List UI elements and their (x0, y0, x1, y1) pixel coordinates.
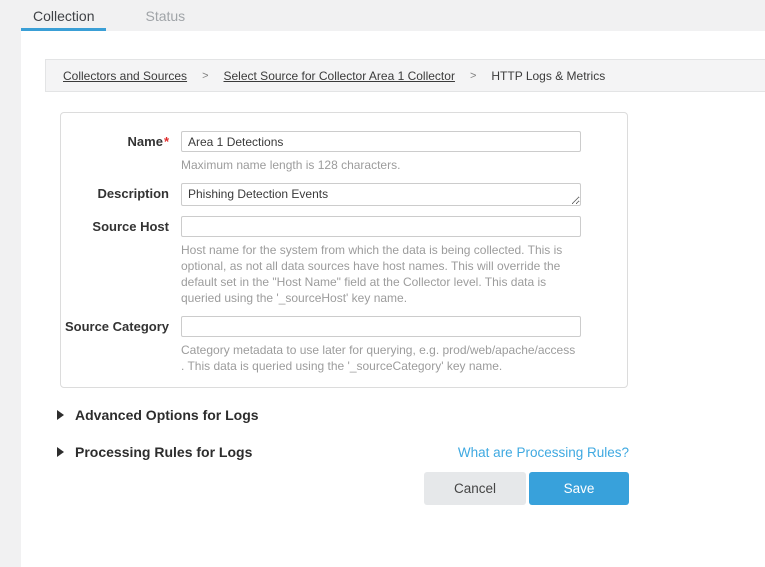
source-category-input[interactable] (181, 316, 581, 337)
source-host-field-wrap: Host name for the system from which the … (181, 216, 581, 306)
source-category-help-text: Category metadata to use later for query… (181, 342, 581, 374)
source-host-row: Source Host Host name for the system fro… (61, 216, 627, 306)
source-host-input[interactable] (181, 216, 581, 237)
name-row: Name* Maximum name length is 128 charact… (61, 131, 627, 173)
description-textarea[interactable]: Phishing Detection Events (181, 183, 581, 206)
description-field-wrap: Phishing Detection Events (181, 183, 581, 206)
tab-collection[interactable]: Collection (21, 0, 106, 31)
what-are-processing-rules-link[interactable]: What are Processing Rules? (458, 445, 629, 460)
processing-rules-label: Processing Rules for Logs (75, 444, 252, 460)
source-category-label: Source Category (61, 316, 169, 374)
processing-rules-row: Processing Rules for Logs What are Proce… (57, 444, 629, 460)
source-host-help-text: Host name for the system from which the … (181, 242, 581, 306)
tab-bar: Collection Status (0, 0, 765, 31)
form-actions: Cancel Save (21, 472, 629, 505)
breadcrumb-current-page: HTTP Logs & Metrics (491, 69, 605, 83)
name-help-text: Maximum name length is 128 characters. (181, 157, 581, 173)
description-label: Description (61, 183, 169, 206)
name-label-text: Name (128, 134, 163, 149)
breadcrumb-separator-icon: > (202, 70, 208, 82)
source-category-field-wrap: Category metadata to use later for query… (181, 316, 581, 374)
processing-rules-toggle[interactable]: Processing Rules for Logs (57, 444, 252, 460)
source-config-form: Name* Maximum name length is 128 charact… (60, 112, 628, 388)
breadcrumb-separator-icon: > (470, 70, 476, 82)
advanced-options-label: Advanced Options for Logs (75, 407, 259, 423)
source-host-label: Source Host (61, 216, 169, 306)
breadcrumb: Collectors and Sources > Select Source f… (45, 59, 765, 92)
cancel-button[interactable]: Cancel (424, 472, 526, 505)
breadcrumb-collectors-and-sources[interactable]: Collectors and Sources (63, 69, 187, 83)
required-asterisk: * (164, 134, 169, 149)
save-button[interactable]: Save (529, 472, 629, 505)
source-category-row: Source Category Category metadata to use… (61, 316, 627, 374)
breadcrumb-select-source[interactable]: Select Source for Collector Area 1 Colle… (224, 69, 455, 83)
name-input[interactable] (181, 131, 581, 152)
tab-status[interactable]: Status (133, 0, 197, 31)
collapsed-triangle-icon (57, 447, 64, 457)
collapsed-triangle-icon (57, 410, 64, 420)
content-panel: Collectors and Sources > Select Source f… (21, 31, 765, 567)
advanced-options-toggle[interactable]: Advanced Options for Logs (57, 407, 765, 423)
description-row: Description Phishing Detection Events (61, 183, 627, 206)
name-label: Name* (61, 131, 169, 173)
name-field-wrap: Maximum name length is 128 characters. (181, 131, 581, 173)
